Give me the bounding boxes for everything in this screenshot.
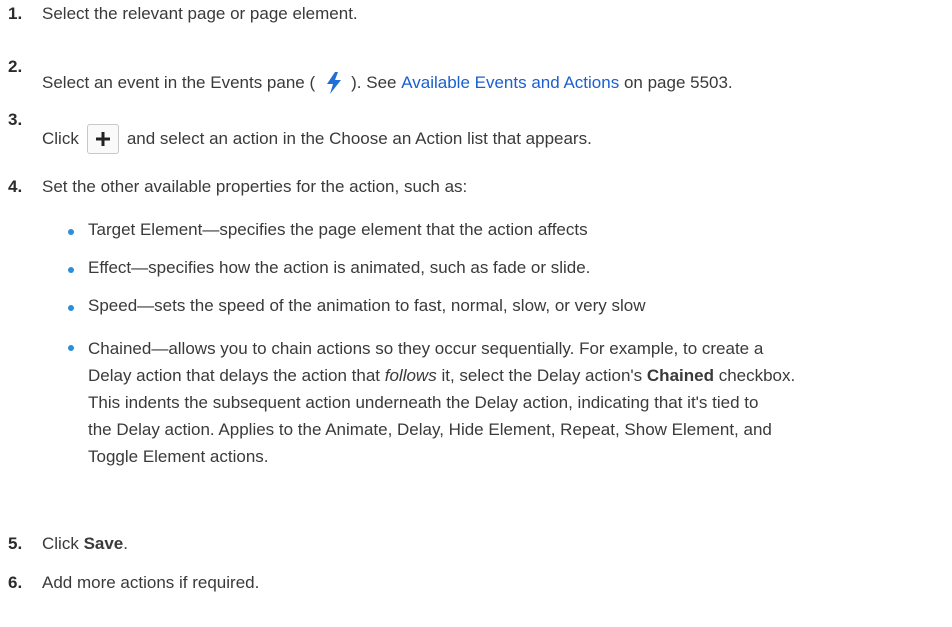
chained-line: Chained—allows you to chain actions so t…	[88, 339, 764, 358]
lightning-icon	[325, 72, 343, 94]
step-number: 5.	[8, 534, 23, 553]
chained-text: it, select the Delay action's	[436, 366, 647, 385]
chained-checkbox-label: Chained	[646, 366, 714, 385]
chained-text: checkbox.	[713, 366, 796, 385]
bullet-dot	[68, 267, 74, 273]
available-events-link[interactable]: Available Events and Actions	[401, 73, 619, 93]
bullet-dot	[68, 305, 74, 311]
chained-line: Toggle Element actions.	[88, 447, 269, 466]
chained-emphasis: follows	[384, 366, 437, 385]
step-text: Click	[42, 534, 84, 553]
bullet-dot	[68, 229, 74, 235]
step-text: Select an event in the Events pane (	[42, 73, 316, 92]
step-text: Click	[42, 129, 79, 148]
step-text: Select the relevant page or page element…	[42, 4, 358, 23]
chained-line: Delay action that delays the action that…	[88, 362, 795, 389]
step-3-line: Click and select an action in the Choose…	[42, 124, 592, 154]
bullet-dot	[68, 345, 74, 351]
step-number: 6.	[8, 573, 23, 592]
step-text: and select an action in the Choose an Ac…	[126, 129, 592, 148]
step-number: 3.	[8, 110, 23, 129]
chained-text: Delay action that delays the action that	[88, 366, 385, 385]
bullet-text: Speed—sets the speed of the animation to…	[88, 296, 646, 315]
add-action-button[interactable]	[86, 124, 119, 154]
chained-line: This indents the subsequent action under…	[88, 393, 759, 412]
chained-line: the Delay action. Applies to the Animate…	[88, 420, 772, 439]
bullet-text: Target Element—specifies the page elemen…	[88, 220, 588, 239]
step-number: 2.	[8, 57, 23, 76]
step-2-line: Select an event in the Events pane ( ). …	[42, 72, 733, 94]
step-5-line: Click Save.	[42, 534, 128, 554]
step-text: ). See	[351, 73, 402, 92]
step-text: on page 5503.	[619, 73, 733, 92]
plus-icon	[95, 132, 110, 146]
step-text: Add more actions if required.	[42, 573, 260, 592]
step-text: Set the other available properties for t…	[42, 177, 468, 196]
step-number: 1.	[8, 4, 23, 23]
save-label: Save	[83, 534, 124, 553]
step-text: .	[123, 534, 128, 553]
bullet-text: Effect—specifies how the action is anima…	[88, 258, 591, 277]
step-number: 4.	[8, 177, 23, 196]
chained-bullet-text: Chained—allows you to chain actions so t…	[88, 335, 795, 470]
